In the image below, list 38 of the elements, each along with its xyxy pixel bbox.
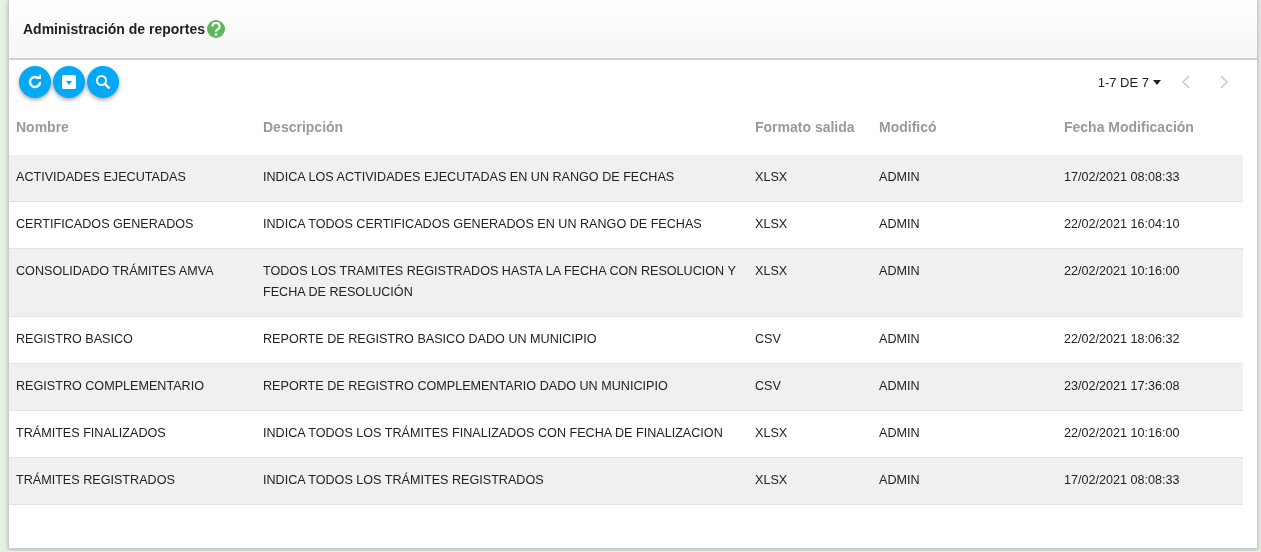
caret-icon	[1153, 79, 1161, 85]
table-cell: TRÁMITES FINALIZADOS	[9, 411, 256, 458]
table-cell: 17/02/2021 08:08:33	[1057, 458, 1243, 505]
table-cell: CONSOLIDADO TRÁMITES AMVA	[9, 249, 256, 317]
table-cell: ADMIN	[872, 249, 1057, 317]
table-cell: REGISTRO BASICO	[9, 317, 256, 364]
table-cell: CSV	[748, 364, 872, 411]
refresh-icon	[27, 74, 43, 90]
table-cell: ACTIVIDADES EJECUTADAS	[9, 155, 256, 202]
table-cell: TODOS LOS TRAMITES REGISTRADOS HASTA LA FECHA CON RESOLUCION Y FECHA DE RESOLUCIÓN	[256, 249, 748, 317]
archive-button[interactable]	[53, 66, 85, 98]
table-cell: 23/02/2021 17:36:08	[1057, 364, 1243, 411]
table-cell: XLSX	[748, 249, 872, 317]
download-box-icon	[61, 74, 77, 90]
table-cell: XLSX	[748, 155, 872, 202]
panel-title: Administración de reportes	[23, 21, 206, 37]
table-cell: REPORTE DE REGISTRO COMPLEMENTARIO DADO UN MUNICIPIO	[256, 364, 748, 411]
refresh-button[interactable]	[19, 66, 51, 98]
page-range-dropdown[interactable]: 1-7 DE 7	[1097, 74, 1161, 90]
column-header[interactable]: Modificó	[872, 106, 1057, 155]
table-cell: ADMIN	[872, 155, 1057, 202]
search-button[interactable]	[87, 66, 119, 98]
help-icon[interactable]	[207, 20, 226, 38]
column-header[interactable]: Formato salida	[748, 106, 872, 155]
table-cell: INDICA LOS ACTIVIDADES EJECUTADAS EN UN RANGO DE FECHAS	[256, 155, 748, 202]
table-cell: INDICA TODOS LOS TRÁMITES REGISTRADOS	[256, 458, 748, 505]
table-cell: 22/02/2021 10:16:00	[1057, 249, 1243, 317]
column-header[interactable]: Nombre	[9, 106, 256, 155]
table-cell: TRÁMITES REGISTRADOS	[9, 458, 256, 505]
column-header[interactable]: Descripción	[256, 106, 748, 155]
table-cell: REGISTRO COMPLEMENTARIO	[9, 364, 256, 411]
column-header[interactable]: Fecha Modificación	[1057, 106, 1243, 155]
table-cell: XLSX	[748, 458, 872, 505]
table-cell: ADMIN	[872, 364, 1057, 411]
table-cell: ADMIN	[872, 458, 1057, 505]
table-cell: 17/02/2021 08:08:33	[1057, 155, 1243, 202]
search-icon	[95, 74, 111, 90]
table-cell: CERTIFICADOS GENERADOS	[9, 202, 256, 249]
